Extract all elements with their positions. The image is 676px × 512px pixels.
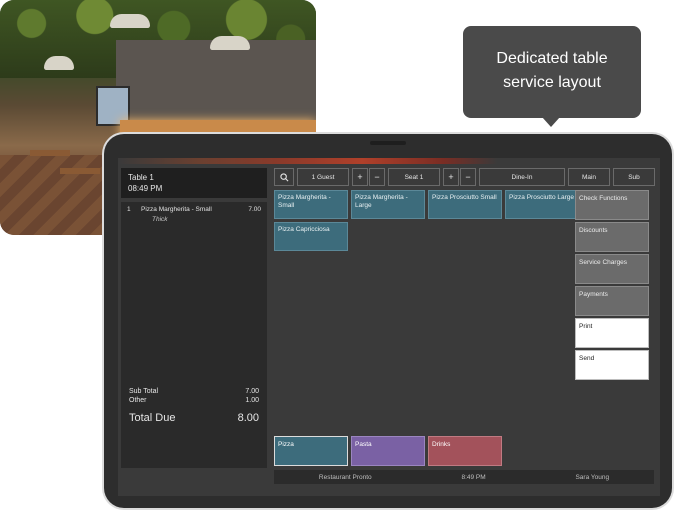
seat-plus-button[interactable]: + <box>443 168 459 186</box>
seat-minus-button[interactable]: − <box>460 168 476 186</box>
camera-notch <box>370 141 406 145</box>
pendant-lamp <box>44 56 74 70</box>
other-row: Other 1.00 <box>129 397 259 404</box>
order-time: 08:49 PM <box>128 184 163 193</box>
tablet-device: Table 1 08:49 PM 1 Pizza Margherita - Sm… <box>102 132 674 510</box>
line-qty: 1 <box>127 206 131 213</box>
total-due-row: Total Due 8.00 <box>129 412 259 424</box>
header-stripe <box>118 158 660 164</box>
callout-line-1: Dedicated table <box>496 50 608 67</box>
restaurant-name: Restaurant Pronto <box>318 473 372 481</box>
total-due-label: Total Due <box>129 412 176 424</box>
main-button[interactable]: Main <box>568 168 610 186</box>
menu-item[interactable]: Pizza Margherita - Large <box>351 190 425 219</box>
sub-button[interactable]: Sub <box>613 168 655 186</box>
totals-panel: Sub Total 7.00 Other 1.00 Total Due 8.00 <box>121 380 267 468</box>
employee-name: Sara Young <box>575 473 610 481</box>
pendant-lamp <box>210 36 250 50</box>
subtotal-row: Sub Total 7.00 <box>129 388 259 395</box>
callout-line-2: service layout <box>503 74 601 91</box>
menu-grid: Pizza Margherita - Small Pizza Margherit… <box>274 190 660 468</box>
other-value: 1.00 <box>245 397 259 404</box>
service-charges-button[interactable]: Service Charges <box>575 254 649 284</box>
other-label: Other <box>129 397 147 404</box>
send-button[interactable]: Send <box>575 350 649 380</box>
page-stage: Dedicated table service layout Table 1 0… <box>0 0 676 512</box>
order-header[interactable]: Table 1 08:49 PM <box>121 168 267 198</box>
subtotal-value: 7.00 <box>245 388 259 395</box>
category-pizza[interactable]: Pizza <box>274 436 348 466</box>
search-icon <box>279 172 288 181</box>
dining-table <box>60 168 100 174</box>
menu-item[interactable]: Pizza Capricciosa <box>274 222 348 251</box>
menu-item[interactable]: Pizza Margherita - Small <box>274 190 348 219</box>
table-name: Table 1 <box>128 173 154 182</box>
guest-count-button[interactable]: 1 Guest <box>297 168 349 186</box>
line-modifier: Thick <box>152 216 168 223</box>
line-price: 7.00 <box>248 206 261 213</box>
search-button[interactable] <box>274 168 294 186</box>
menu-item[interactable]: Pizza Prosciutto Small <box>428 190 502 219</box>
check-functions-button[interactable]: Check Functions <box>575 190 649 220</box>
pos-screen: Table 1 08:49 PM 1 Pizza Margherita - Sm… <box>118 158 660 496</box>
order-line[interactable]: 1 Pizza Margherita - Small 7.00 <box>127 206 261 213</box>
category-pasta[interactable]: Pasta <box>351 436 425 466</box>
status-time: 8:49 PM <box>461 473 486 481</box>
pendant-lamp <box>110 14 150 28</box>
line-name: Pizza Margherita - Small <box>141 206 212 213</box>
category-drinks[interactable]: Drinks <box>428 436 502 466</box>
discounts-button[interactable]: Discounts <box>575 222 649 252</box>
guest-plus-button[interactable]: + <box>352 168 368 186</box>
menu-item[interactable]: Pizza Prosciutto Large <box>505 190 579 219</box>
status-bar: Restaurant Pronto 8:49 PM Sara Young <box>274 470 654 484</box>
payments-button[interactable]: Payments <box>575 286 649 316</box>
guest-minus-button[interactable]: − <box>369 168 385 186</box>
dining-table <box>30 150 70 156</box>
total-due-value: 8.00 <box>237 412 259 424</box>
tablet-bezel: Table 1 08:49 PM 1 Pizza Margherita - Sm… <box>104 134 672 508</box>
order-items-panel: 1 Pizza Margherita - Small 7.00 Thick <box>121 202 267 402</box>
kitchen-wall <box>116 40 316 120</box>
seat-button[interactable]: Seat 1 <box>388 168 440 186</box>
order-mode-button[interactable]: Dine-In <box>479 168 565 186</box>
feature-callout: Dedicated table service layout <box>463 26 641 127</box>
print-button[interactable]: Print <box>575 318 649 348</box>
subtotal-label: Sub Total <box>129 388 159 395</box>
